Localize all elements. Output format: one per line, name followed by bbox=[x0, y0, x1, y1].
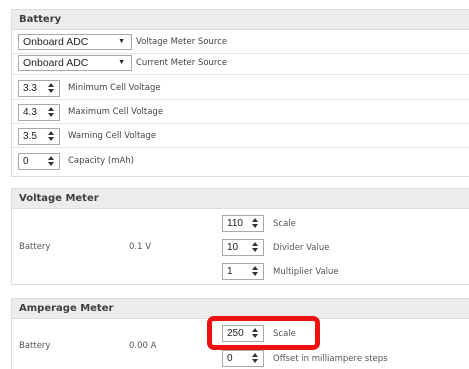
voltage-source-row: Onboard ADC ▼ Voltage Meter Source bbox=[12, 31, 469, 54]
warn-cell-row: 3.5 Warning Cell Voltage bbox=[12, 125, 469, 148]
current-source-label: Current Meter Source bbox=[136, 58, 228, 68]
spinner-arrows-icon[interactable] bbox=[252, 217, 260, 230]
offset-value: 0 bbox=[227, 353, 233, 364]
amperage-meter-reading: 0.00 A bbox=[129, 341, 157, 351]
battery-panel-title: Battery bbox=[12, 10, 469, 30]
voltage-source-value: Onboard ADC bbox=[23, 36, 89, 48]
multiplier-input[interactable]: 1 bbox=[222, 263, 264, 280]
offset-label: Offset in milliampere steps bbox=[273, 354, 388, 364]
voltage-source-label: Voltage Meter Source bbox=[136, 37, 228, 47]
voltage-meter-source: Battery bbox=[19, 242, 51, 252]
max-cell-value: 4.3 bbox=[23, 107, 37, 118]
capacity-input[interactable]: 0 bbox=[18, 153, 60, 170]
battery-panel: Battery Onboard ADC ▼ Voltage Meter Sour… bbox=[11, 9, 469, 177]
min-cell-input[interactable]: 3.3 bbox=[18, 80, 60, 97]
divider-label: Divider Value bbox=[273, 243, 330, 253]
offset-input[interactable]: 0 bbox=[222, 350, 264, 367]
dropdown-arrow-icon: ▼ bbox=[118, 38, 125, 45]
dropdown-arrow-icon: ▼ bbox=[118, 59, 125, 66]
current-source-select[interactable]: Onboard ADC ▼ bbox=[18, 55, 132, 71]
spinner-arrows-icon[interactable] bbox=[252, 352, 260, 365]
voltage-scale-input[interactable]: 110 bbox=[222, 215, 264, 232]
highlight-box bbox=[207, 316, 320, 350]
spinner-arrows-icon[interactable] bbox=[48, 106, 56, 119]
max-cell-label: Maximum Cell Voltage bbox=[68, 107, 164, 117]
capacity-value: 0 bbox=[23, 156, 29, 167]
multiplier-label: Multiplier Value bbox=[273, 267, 339, 277]
warn-cell-value: 3.5 bbox=[23, 131, 37, 142]
spinner-arrows-icon[interactable] bbox=[48, 130, 56, 143]
capacity-row: 0 Capacity (mAh) bbox=[12, 150, 469, 173]
min-cell-label: Minimum Cell Voltage bbox=[68, 83, 161, 93]
spinner-arrows-icon[interactable] bbox=[48, 82, 56, 95]
min-cell-value: 3.3 bbox=[23, 83, 37, 94]
voltage-scale-label: Scale bbox=[273, 219, 296, 229]
spinner-arrows-icon[interactable] bbox=[252, 241, 260, 254]
current-source-value: Onboard ADC bbox=[23, 57, 89, 69]
max-cell-input[interactable]: 4.3 bbox=[18, 104, 60, 121]
divider-input[interactable]: 10 bbox=[222, 239, 264, 256]
voltage-meter-panel: Voltage Meter Battery 0.1 V 110 Scale 10… bbox=[11, 188, 469, 285]
warn-cell-label: Warning Cell Voltage bbox=[68, 131, 157, 141]
spinner-arrows-icon[interactable] bbox=[48, 155, 56, 168]
voltage-meter-title: Voltage Meter bbox=[12, 189, 469, 209]
spinner-arrows-icon[interactable] bbox=[252, 265, 260, 278]
min-cell-row: 3.3 Minimum Cell Voltage bbox=[12, 77, 469, 100]
current-source-row: Onboard ADC ▼ Current Meter Source bbox=[12, 52, 469, 75]
warn-cell-input[interactable]: 3.5 bbox=[18, 128, 60, 145]
divider-value: 10 bbox=[227, 242, 239, 253]
max-cell-row: 4.3 Maximum Cell Voltage bbox=[12, 101, 469, 124]
voltage-meter-reading: 0.1 V bbox=[129, 242, 152, 252]
amperage-meter-source: Battery bbox=[19, 341, 51, 351]
capacity-label: Capacity (mAh) bbox=[68, 156, 134, 166]
multiplier-value: 1 bbox=[227, 266, 233, 277]
voltage-source-select[interactable]: Onboard ADC ▼ bbox=[18, 34, 132, 50]
voltage-scale-value: 110 bbox=[227, 218, 243, 229]
